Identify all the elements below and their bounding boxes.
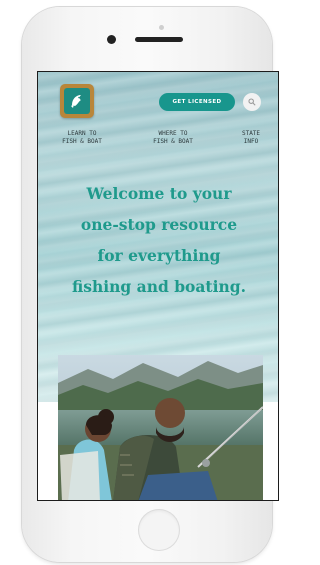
hero-line: one-stop resource [80, 215, 238, 234]
hero-line: fishing and boating. [72, 277, 246, 296]
nav-where-to-fish-boat[interactable]: WHERE TO FISH & BOAT [142, 130, 204, 146]
earpiece-speaker [135, 37, 183, 42]
nav-learn-to-fish-boat[interactable]: LEARN TO FISH & BOAT [52, 130, 112, 146]
hero-headline: Welcome to your one-stop resource for ev… [50, 178, 268, 302]
get-licensed-button[interactable]: GET LICENSED [159, 93, 235, 111]
sensor-dot [159, 25, 164, 30]
phone-screen: GET LICENSED LEARN TO FISH & BOAT WHERE … [37, 71, 279, 501]
front-camera [107, 35, 116, 44]
nav-label-line: INFO [243, 138, 259, 145]
search-icon [248, 98, 256, 106]
nav-label-line: WHERE TO [158, 130, 188, 137]
search-button[interactable] [243, 93, 261, 111]
fish-logo-icon [64, 88, 90, 114]
nav-label-line: STATE [241, 130, 261, 137]
hero-line: Welcome to your [86, 184, 232, 203]
hero-line: for everything [97, 246, 221, 265]
site-logo[interactable] [60, 84, 94, 118]
nav-state-info[interactable]: STATE INFO [234, 130, 268, 146]
nav-label-line: FISH & BOAT [153, 138, 193, 145]
nav-label-line: FISH & BOAT [62, 138, 102, 145]
home-button[interactable] [138, 509, 180, 551]
hero-photo [58, 355, 263, 500]
nav-label-line: LEARN TO [67, 130, 97, 137]
